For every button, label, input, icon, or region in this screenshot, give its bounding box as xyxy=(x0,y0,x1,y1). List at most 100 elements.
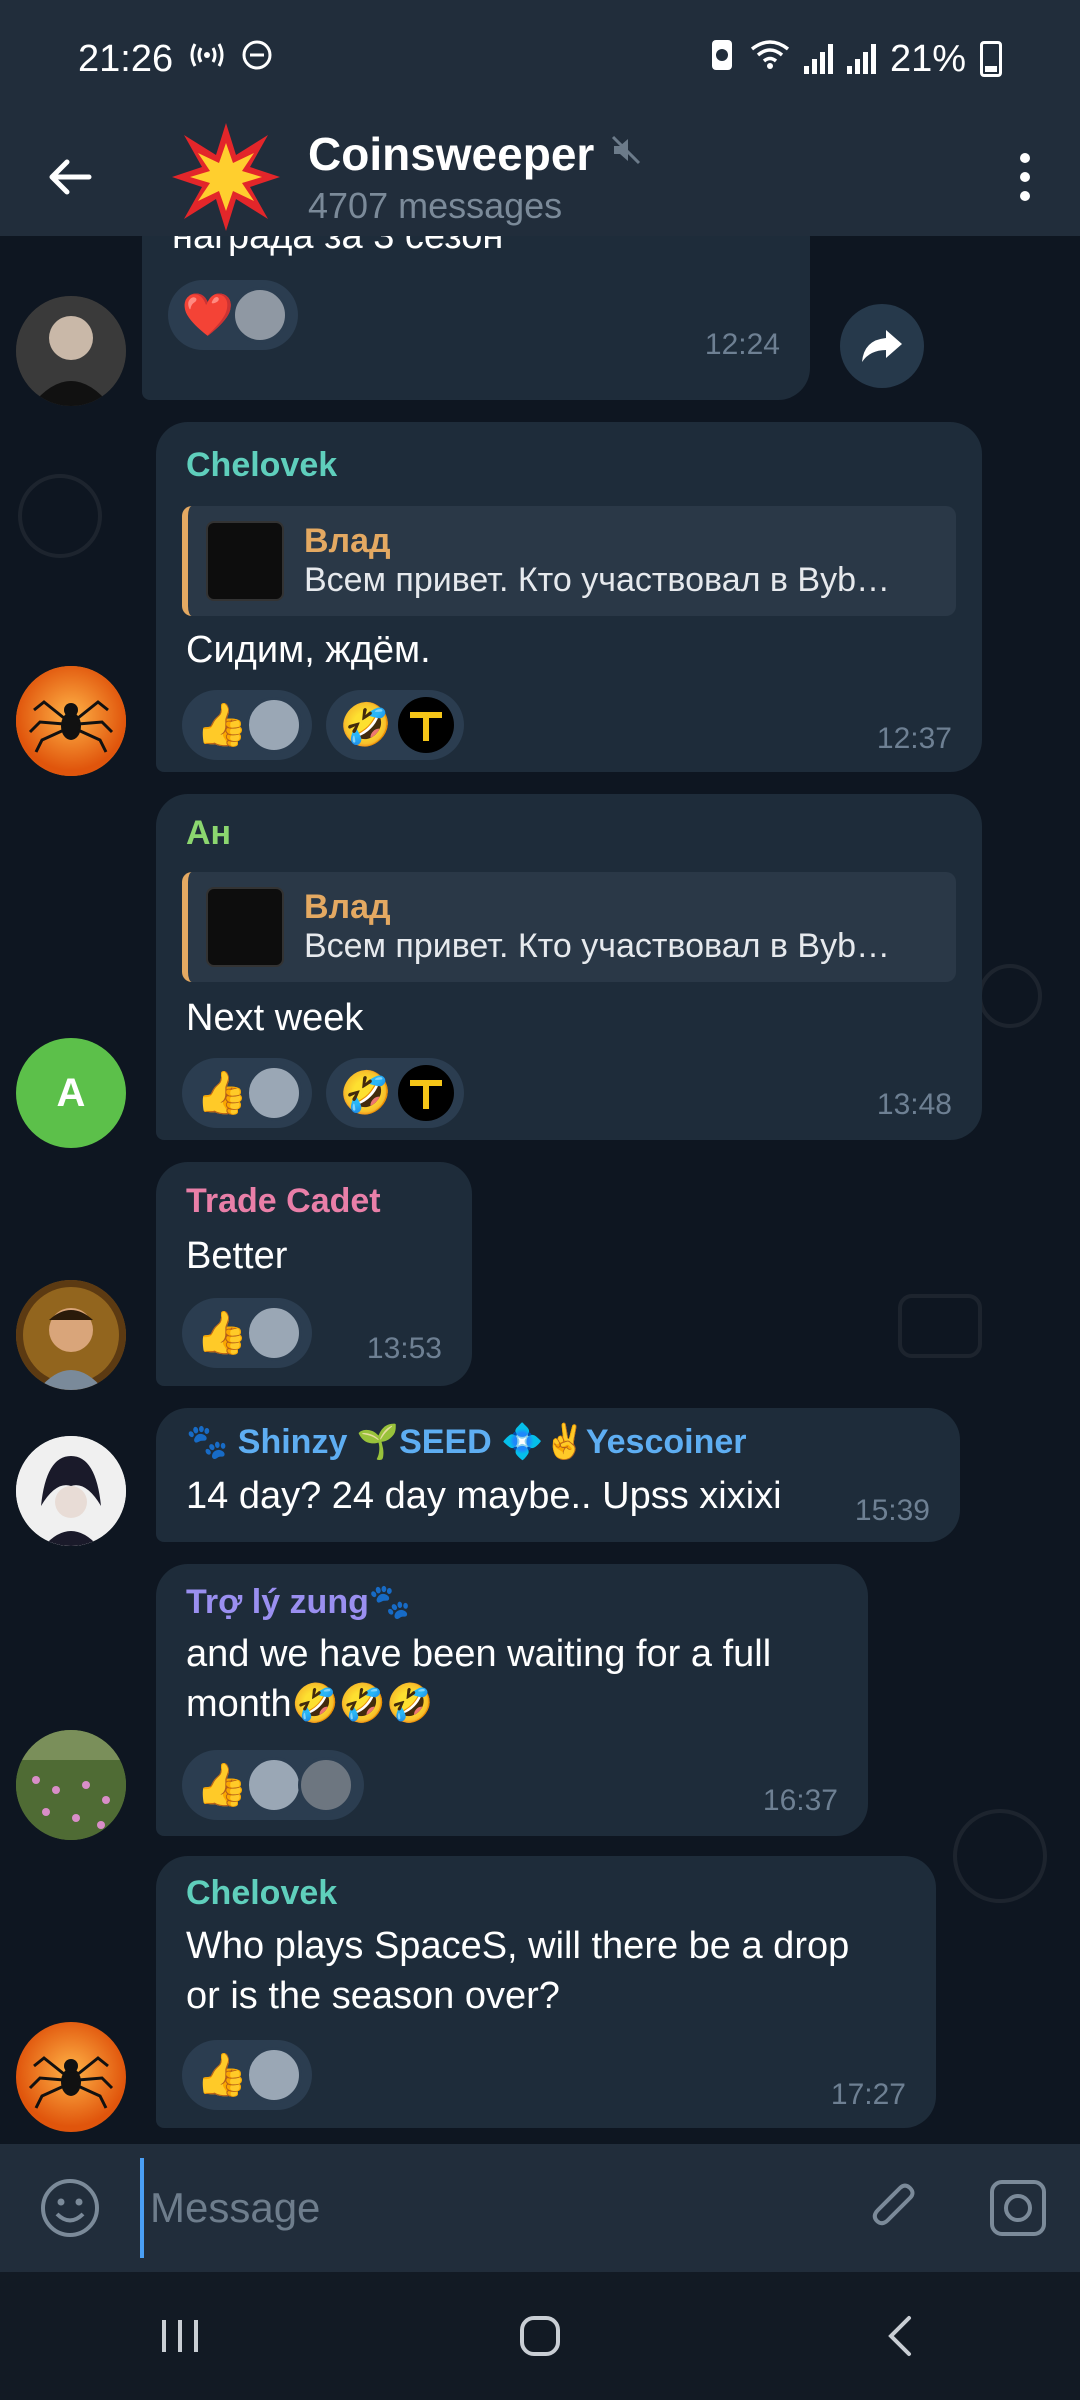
mute-icon xyxy=(610,134,642,174)
avatar[interactable] xyxy=(16,296,126,406)
reaction-rofl[interactable]: 🤣 xyxy=(326,690,464,760)
message-count: 4707 messages xyxy=(308,185,563,226)
reaction-emoji: 👍 xyxy=(195,1308,249,1356)
reply-preview[interactable]: Влад Всем привет. Кто участвовал в Byb… xyxy=(182,872,956,982)
reply-preview[interactable]: Влад Всем привет. Кто участвовал в Byb… xyxy=(182,506,956,616)
message-bubble[interactable]: Trợ lý zung🐾 and we have been waiting fo… xyxy=(156,1564,868,1836)
reactor-avatar xyxy=(298,1757,354,1813)
reaction-thumbs-up[interactable]: 👍 xyxy=(182,1750,364,1820)
reactions: ❤️ xyxy=(168,280,298,350)
chat-area[interactable]: награда за 3 сезон ❤️ 12:24 Chelovek Вла… xyxy=(0,236,1080,2144)
reaction-emoji: 👍 xyxy=(195,1760,249,1808)
message-text: 14 day? 24 day maybe.. Upss xixixi xyxy=(186,1475,782,1517)
avatar[interactable] xyxy=(16,1730,126,1840)
reaction-emoji: 👍 xyxy=(195,1068,249,1116)
system-nav-bar xyxy=(0,2272,1080,2400)
reactions: 👍 xyxy=(182,1298,312,1368)
sender-name[interactable]: Trợ lý zung🐾 xyxy=(186,1582,411,1622)
message-text-line-2: month🤣🤣🤣 xyxy=(186,1683,434,1725)
status-bar: 21:26 21% xyxy=(0,0,1080,118)
back-button[interactable] xyxy=(0,118,140,236)
battery-saver-icon xyxy=(708,36,736,82)
message-text: Сидим, ждём. xyxy=(186,629,431,671)
reaction-emoji: 👍 xyxy=(195,700,249,748)
battery-icon xyxy=(980,41,1002,77)
reactor-avatar xyxy=(232,287,288,343)
message-bubble[interactable]: награда за 3 сезон ❤️ 12:24 xyxy=(142,236,810,400)
wifi-icon xyxy=(750,38,790,81)
emoji-icon[interactable] xyxy=(0,2144,140,2272)
cell-signal-2-icon xyxy=(846,44,876,74)
reactions: 👍 🤣 xyxy=(182,1058,464,1128)
reactions: 👍 xyxy=(182,2040,312,2110)
reaction-emoji: 🤣 xyxy=(339,1068,393,1116)
spider-icon xyxy=(16,2022,126,2132)
do-not-disturb-icon xyxy=(241,39,273,79)
chat-title: Coinsweeper xyxy=(308,127,642,181)
reaction-thumbs-up[interactable]: 👍 xyxy=(182,1058,312,1128)
reactor-avatar xyxy=(398,1065,454,1121)
share-icon[interactable] xyxy=(840,304,924,388)
reaction-heart[interactable]: ❤️ xyxy=(168,280,298,350)
reaction-thumbs-up[interactable]: 👍 xyxy=(182,2040,312,2110)
chat-title-block[interactable]: Coinsweeper 4707 messages xyxy=(308,127,642,227)
reactor-avatar xyxy=(246,1305,302,1361)
message-time: 17:27 xyxy=(830,2078,906,2111)
message-time: 12:37 xyxy=(876,722,952,755)
message-text-line-1: Who plays SpaceS, will there be a drop xyxy=(186,1925,850,1967)
camera-icon[interactable] xyxy=(956,2144,1080,2272)
back-icon[interactable] xyxy=(830,2286,970,2386)
more-vert-icon[interactable] xyxy=(970,118,1080,236)
reaction-thumbs-up[interactable]: 👍 xyxy=(182,1298,312,1368)
avatar[interactable] xyxy=(16,666,126,776)
avatar[interactable]: A xyxy=(16,1038,126,1148)
message-time: 16:37 xyxy=(762,1784,838,1817)
message-text: награда за 3 сезон xyxy=(172,236,504,257)
message-time: 13:48 xyxy=(876,1088,952,1121)
reply-sender: Влад xyxy=(304,522,391,560)
reply-text: Всем привет. Кто участвовал в Byb… xyxy=(304,561,890,599)
sender-name[interactable]: Chelovek xyxy=(186,446,337,485)
reaction-emoji: ❤️ xyxy=(181,290,235,338)
message-text-line-2: or is the season over? xyxy=(186,1975,560,2017)
message-bubble[interactable]: Trade Cadet Better 👍 13:53 xyxy=(156,1162,472,1386)
avatar[interactable] xyxy=(16,1280,126,1390)
spider-icon xyxy=(16,666,126,776)
battery-level: 21% xyxy=(889,37,966,80)
explosion-icon[interactable] xyxy=(170,121,282,233)
avatar[interactable] xyxy=(16,1436,126,1546)
chat-name: Coinsweeper xyxy=(308,128,595,180)
sender-name[interactable]: Ан xyxy=(186,814,231,853)
message-bubble[interactable]: Ан Влад Всем привет. Кто участвовал в By… xyxy=(156,794,982,1140)
reactor-avatar xyxy=(246,697,302,753)
reaction-thumbs-up[interactable]: 👍 xyxy=(182,690,312,760)
message-text-line-1: and we have been waiting for a full xyxy=(186,1633,772,1675)
sender-name[interactable]: Chelovek xyxy=(186,1874,337,1913)
sender-name[interactable]: Trade Cadet xyxy=(186,1182,381,1221)
reactor-avatar xyxy=(246,1757,302,1813)
recent-apps-icon[interactable] xyxy=(110,2286,250,2386)
message-text: Next week xyxy=(186,997,364,1039)
message-bubble[interactable]: Chelovek Влад Всем привет. Кто участвова… xyxy=(156,422,982,772)
message-bubble[interactable]: Chelovek Who plays SpaceS, will there be… xyxy=(156,1856,936,2128)
message-text: Better xyxy=(186,1235,288,1277)
reaction-rofl[interactable]: 🤣 xyxy=(326,1058,464,1128)
avatar[interactable] xyxy=(16,2022,126,2132)
sender-name[interactable]: 🐾 Shinzy 🌱SEED 💠✌️Yescoiner xyxy=(186,1422,747,1462)
attach-icon[interactable] xyxy=(832,2144,956,2272)
home-icon[interactable] xyxy=(470,2286,610,2386)
message-time: 15:39 xyxy=(854,1494,930,1527)
reaction-emoji: 👍 xyxy=(195,2050,249,2098)
chat-header: Coinsweeper 4707 messages xyxy=(0,118,1080,236)
status-time: 21:26 xyxy=(78,37,174,80)
reactor-avatar xyxy=(398,697,454,753)
signal-strength-icon xyxy=(189,40,225,78)
reply-sender: Влад xyxy=(304,888,391,926)
reply-thumbnail xyxy=(206,521,284,601)
message-time: 12:24 xyxy=(704,328,780,361)
message-input[interactable] xyxy=(140,2158,832,2258)
avatar-letter: A xyxy=(56,1070,86,1115)
reactions: 👍 xyxy=(182,1750,364,1820)
message-bubble[interactable]: 🐾 Shinzy 🌱SEED 💠✌️Yescoiner 14 day? 24 d… xyxy=(156,1408,960,1542)
message-input-bar xyxy=(0,2144,1080,2272)
